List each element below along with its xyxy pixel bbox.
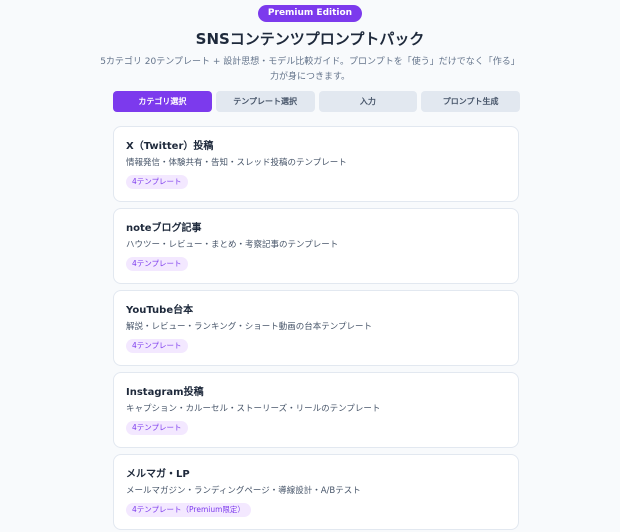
page-subtitle: 5カテゴリ 20テンプレート + 設計思想・モデル比較ガイド。プロンプトを「使う… [100, 57, 520, 82]
page: Premium Edition SNSコンテンツプロンプトパック 5カテゴリ 2… [0, 0, 620, 532]
step-tabs: カテゴリ選択 テンプレート選択 入力 プロンプト生成 [113, 91, 520, 113]
template-count-badge: 4テンプレート [126, 339, 188, 353]
category-description: メールマガジン・ランディングページ・導線設計・A/Bテスト [126, 486, 361, 496]
badge-wrap: Premium Edition [0, 0, 620, 22]
category-card-youtube[interactable]: YouTube台本 解説・レビュー・ランキング・ショート動画の台本テンプレート … [113, 290, 519, 366]
category-list: X（Twitter）投稿 情報発信・体験共有・告知・スレッド投稿のテンプレート … [113, 126, 520, 532]
category-title: メルマガ・LP [126, 469, 190, 480]
category-description: 解説・レビュー・ランキング・ショート動画の台本テンプレート [126, 322, 372, 332]
template-count-badge: 4テンプレート（Premium限定） [126, 503, 251, 517]
category-title: Instagram投稿 [126, 387, 204, 398]
category-description: ハウツー・レビュー・まとめ・考察記事のテンプレート [126, 240, 339, 250]
template-count-badge: 4テンプレート [126, 175, 188, 189]
premium-badge: Premium Edition [257, 5, 363, 22]
step-template-select[interactable]: テンプレート選択 [215, 91, 315, 112]
category-card-instagram[interactable]: Instagram投稿 キャプション・カルーセル・ストーリーズ・リールのテンプレ… [113, 372, 519, 448]
template-count-badge: 4テンプレート [126, 257, 188, 271]
category-card-newsletter-lp[interactable]: メルマガ・LP メールマガジン・ランディングページ・導線設計・A/Bテスト 4テ… [113, 454, 519, 530]
category-title: X（Twitter）投稿 [126, 141, 214, 152]
category-description: キャプション・カルーセル・ストーリーズ・リールのテンプレート [126, 404, 381, 414]
template-count-badge: 4テンプレート [126, 421, 188, 435]
category-title: noteブログ記事 [126, 223, 202, 234]
category-description: 情報発信・体験共有・告知・スレッド投稿のテンプレート [126, 158, 347, 168]
step-input[interactable]: 入力 [318, 91, 418, 112]
category-card-note[interactable]: noteブログ記事 ハウツー・レビュー・まとめ・考察記事のテンプレート 4テンプ… [113, 208, 519, 284]
step-category-select[interactable]: カテゴリ選択 [113, 91, 212, 112]
step-prompt-generate[interactable]: プロンプト生成 [421, 91, 520, 112]
category-card-x[interactable]: X（Twitter）投稿 情報発信・体験共有・告知・スレッド投稿のテンプレート … [113, 126, 519, 202]
page-title: SNSコンテンツプロンプトパック [195, 30, 425, 48]
category-title: YouTube台本 [126, 305, 194, 316]
